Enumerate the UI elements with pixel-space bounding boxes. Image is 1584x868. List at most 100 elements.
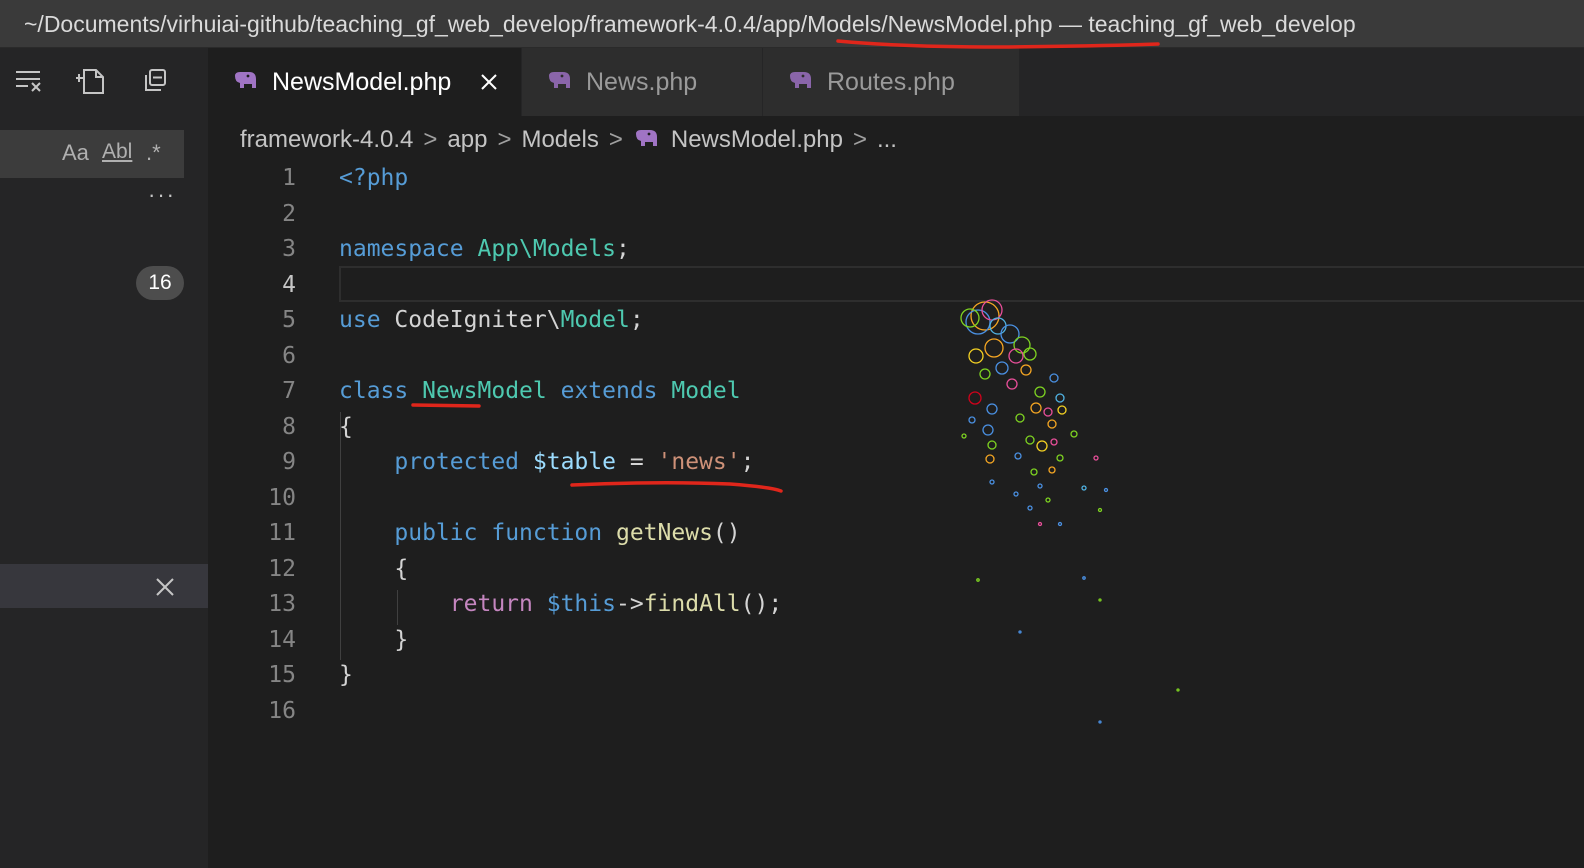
tab-news[interactable]: News.php [522, 48, 763, 116]
breadcrumb-separator: > [608, 126, 623, 153]
code-line: 12 { [208, 551, 1584, 587]
php-elephant-icon [546, 70, 572, 99]
breadcrumb-item[interactable]: framework-4.0.4 [240, 126, 413, 153]
tab-label: NewsModel.php [272, 68, 452, 96]
class-keyword: class [339, 378, 409, 404]
line-number: 9 [282, 449, 296, 475]
line-number: 10 [268, 484, 296, 511]
line-number: 1 [282, 165, 296, 191]
function-keyword: function [491, 520, 603, 546]
close-brace: } [339, 626, 409, 653]
code-line: 4 [208, 267, 1584, 303]
code-line: 10 [208, 480, 1584, 516]
use-keyword: use [339, 307, 381, 333]
search-result-row[interactable] [0, 564, 208, 608]
tab-routes[interactable]: Routes.php [763, 48, 1020, 116]
string-literal: 'news' [657, 449, 741, 475]
window-title: ~/Documents/virhuiai-github/teaching_gf_… [24, 11, 1356, 37]
line-number: 16 [268, 697, 296, 724]
code-line: 11 public function getNews() [208, 515, 1584, 551]
breadcrumb-separator: > [423, 126, 438, 153]
tab-label: Routes.php [827, 68, 955, 96]
tab-label: News.php [586, 68, 698, 96]
breadcrumb: framework-4.0.4 > app > Models > NewsModel.php… [240, 122, 897, 158]
imported-class: Model [560, 307, 630, 333]
line-number: 11 [268, 520, 296, 546]
line-text: } [339, 622, 408, 658]
class-name: NewsModel [422, 378, 547, 404]
search-sidebar: Aa Abl .* ··· 16 [0, 48, 208, 868]
line-number: 7 [282, 378, 296, 404]
match-case-toggle[interactable]: Aa [62, 140, 89, 166]
code-line: 16 [208, 693, 1584, 729]
close-icon[interactable] [150, 572, 180, 602]
tab-newsmodel[interactable]: NewsModel.php [208, 48, 522, 116]
line-number: 3 [282, 236, 296, 262]
line-number: 12 [268, 555, 296, 582]
code-line: 7 class NewsModel extends Model [208, 373, 1584, 409]
line-text: } [339, 657, 353, 693]
editor-tab-bar: NewsModel.php News.php Routes.php [208, 48, 1584, 116]
tab-close-icon[interactable] [477, 70, 501, 94]
extends-keyword: extends [560, 378, 658, 404]
line-text: <?php [339, 160, 408, 196]
line-number: 4 [282, 271, 296, 298]
clear-search-results-icon[interactable] [12, 64, 46, 98]
regex-toggle[interactable]: .* [146, 140, 161, 166]
window-title-bar: ~/Documents/virhuiai-github/teaching_gf_… [0, 0, 1584, 48]
close-brace: } [339, 662, 353, 688]
collapse-all-icon[interactable] [138, 64, 172, 98]
parent-class: Model [671, 378, 741, 404]
code-line: 13 return $this->findAll(); [208, 586, 1584, 622]
line-number: 2 [282, 200, 296, 227]
line-number: 14 [268, 626, 296, 653]
method-call: findAll [643, 591, 741, 617]
open-new-editor-icon[interactable] [74, 64, 108, 98]
code-line: 14 } [208, 622, 1584, 658]
namespace-name: App\Models [477, 236, 616, 262]
php-open-tag: <?php [339, 165, 409, 191]
php-elephant-icon [633, 125, 659, 161]
line-number: 13 [268, 591, 296, 617]
code-line: 2 [208, 196, 1584, 232]
namespace-prefix: CodeIgniter\ [394, 307, 561, 333]
breadcrumb-item[interactable]: Models [521, 126, 598, 153]
line-text: public function getNews() [339, 515, 741, 551]
line-number: 6 [282, 342, 296, 369]
line-text: class NewsModel extends Model [339, 373, 741, 409]
code-line: 15 } [208, 657, 1584, 693]
method-name: getNews [615, 520, 713, 546]
search-input[interactable]: Aa Abl .* [0, 130, 184, 178]
line-text: return $this->findAll(); [339, 586, 782, 622]
line-text: use CodeIgniter\Model; [339, 302, 644, 338]
breadcrumb-item[interactable]: ... [877, 126, 897, 153]
code-line: 5 use CodeIgniter\Model; [208, 302, 1584, 338]
breadcrumb-item[interactable]: NewsModel.php [671, 126, 843, 153]
namespace-keyword: namespace [339, 236, 464, 262]
line-number: 8 [282, 413, 296, 440]
protected-keyword: protected [394, 449, 520, 475]
breadcrumb-item[interactable]: app [447, 126, 487, 153]
breadcrumb-separator: > [497, 126, 512, 153]
code-line: 3 namespace App\Models; [208, 231, 1584, 267]
match-whole-word-toggle[interactable]: Abl [102, 140, 132, 164]
line-text: { [339, 551, 408, 587]
php-elephant-icon [787, 70, 813, 99]
return-keyword: return [449, 591, 533, 617]
semicolon: ; [615, 236, 630, 262]
public-keyword: public [394, 520, 478, 546]
parens: () [712, 520, 741, 546]
result-count-badge: 16 [136, 266, 184, 300]
semicolon: ; [740, 449, 755, 475]
code-line: 6 [208, 338, 1584, 374]
breadcrumb-separator: > [852, 126, 867, 153]
arrow-operator: -> [615, 591, 644, 617]
property-variable: $table [532, 449, 616, 475]
code-line: 8 { [208, 409, 1584, 445]
more-actions-icon[interactable]: ··· [148, 182, 176, 208]
line-text: protected $table = 'news'; [339, 444, 754, 480]
line-number: 15 [268, 662, 296, 688]
